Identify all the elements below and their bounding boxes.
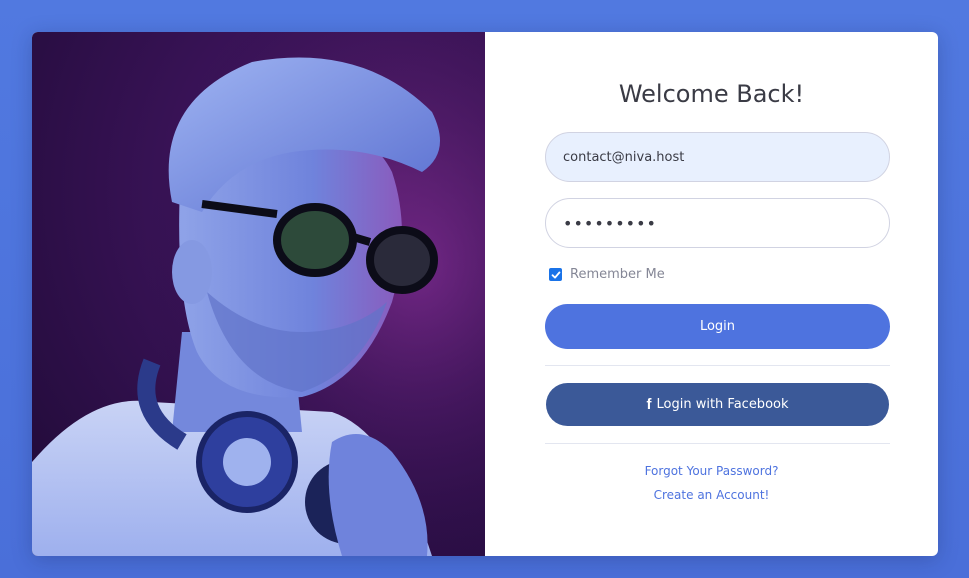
login-button[interactable]: Login — [545, 304, 890, 349]
divider — [545, 443, 890, 444]
facebook-login-label: Login with Facebook — [656, 397, 789, 412]
page-title: Welcome Back! — [618, 80, 805, 108]
create-account-link[interactable]: Create an Account! — [485, 488, 938, 502]
forgot-password-link[interactable]: Forgot Your Password? — [485, 464, 938, 478]
remember-me-checkbox[interactable] — [549, 268, 562, 281]
divider — [545, 365, 890, 366]
password-field[interactable] — [545, 198, 890, 248]
checkmark-icon — [551, 271, 560, 278]
login-form: Welcome Back! Remember Me Login f Login … — [485, 32, 938, 556]
email-field[interactable] — [545, 132, 890, 182]
login-button-label: Login — [699, 319, 736, 334]
login-card: Welcome Back! Remember Me Login f Login … — [32, 32, 938, 556]
facebook-icon: f — [646, 396, 652, 413]
remember-me-label: Remember Me — [570, 267, 665, 282]
hero-image — [32, 32, 485, 556]
facebook-login-button[interactable]: f Login with Facebook — [546, 383, 889, 426]
remember-me[interactable]: Remember Me — [549, 267, 665, 282]
